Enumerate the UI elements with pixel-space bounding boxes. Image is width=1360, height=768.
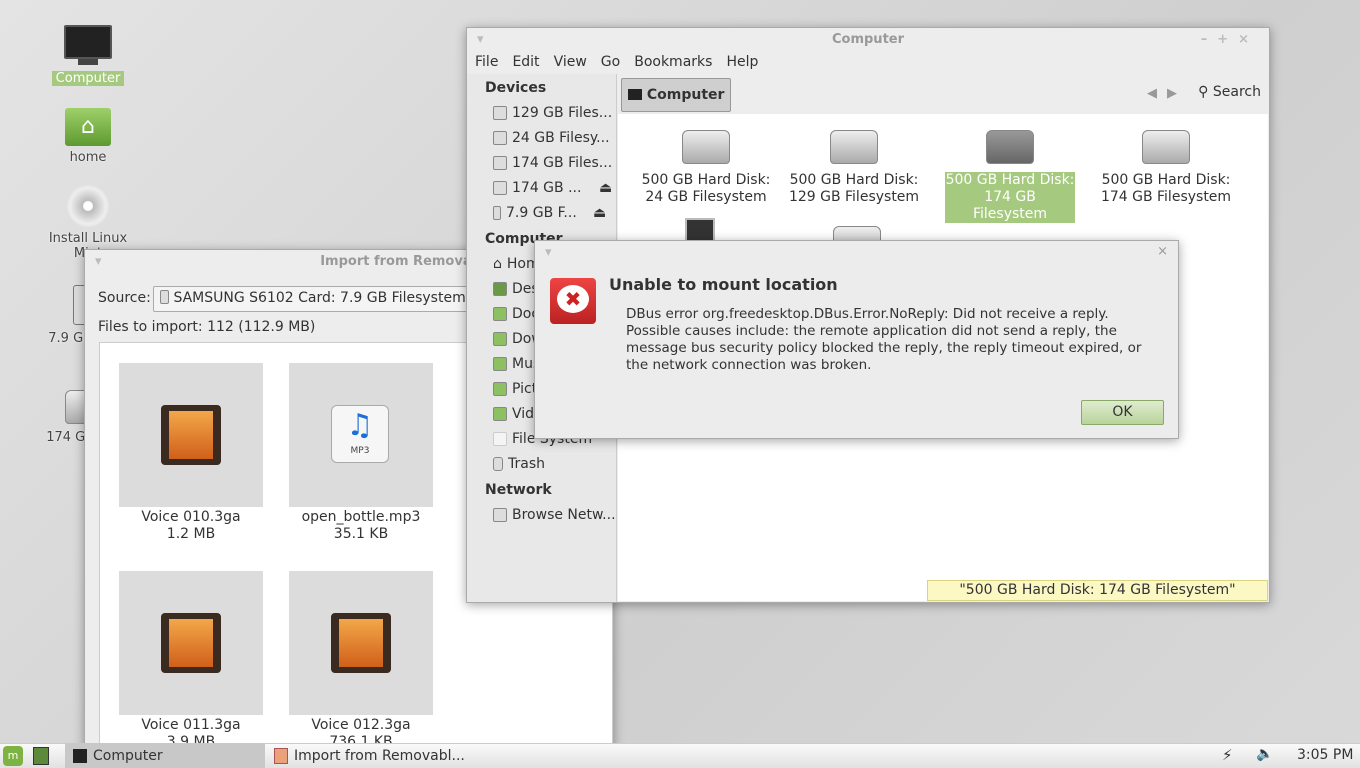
eject-icon[interactable]: ⏏ [599, 180, 612, 196]
dialog-title: Unable to mount location [609, 275, 838, 294]
back-icon[interactable]: ◀ [1147, 86, 1157, 101]
monitor-icon [64, 25, 112, 59]
menu-bookmarks[interactable]: Bookmarks [634, 54, 712, 70]
toolbar: Computer ◀ ▶ ⚲ Search [618, 74, 1269, 114]
hard-disk-icon [493, 105, 507, 120]
computer-titlebar[interactable]: ▾ Computer –+× [467, 28, 1269, 52]
eject-icon[interactable]: ⏏ [593, 205, 606, 221]
folder-icon [493, 406, 507, 421]
file-thumbnail[interactable] [289, 571, 433, 715]
hard-disk-icon [493, 155, 507, 170]
task-import[interactable]: Import from Removabl... [268, 743, 468, 768]
window-menu-icon[interactable]: ▾ [545, 245, 552, 260]
file-thumbnail[interactable] [119, 571, 263, 715]
trash-icon [493, 456, 503, 471]
hard-disk-icon [493, 130, 507, 145]
status-bar: "500 GB Hard Disk: 174 GB Filesystem" se… [927, 580, 1268, 601]
devices-header: Devices [485, 80, 547, 96]
show-desktop-button[interactable] [33, 743, 49, 768]
drive-item[interactable]: 500 GB Hard Disk: 24 GB Filesystem [631, 130, 781, 206]
file-label: Voice 010.3ga 1.2 MB [141, 509, 241, 542]
search-icon: ⚲ [1198, 84, 1209, 100]
error-icon: ✖ [550, 278, 596, 324]
cd-icon [67, 185, 109, 227]
video-file-icon [161, 405, 221, 465]
desktop-icon-computer[interactable]: Computer [33, 25, 143, 86]
menu-help[interactable]: Help [726, 54, 758, 70]
sidebar-device[interactable]: 24 GB Filesy... [467, 125, 616, 150]
file-label: open_bottle.mp3 35.1 KB [301, 509, 421, 542]
mp3-file-icon: ♫ MP3 [331, 405, 389, 463]
hard-disk-icon [986, 130, 1034, 164]
ok-button[interactable]: OK [1081, 400, 1164, 425]
sidebar-device[interactable]: 174 GB Files... [467, 150, 616, 175]
monitor-icon [628, 89, 642, 100]
dialog-message: DBus error org.freedesktop.DBus.Error.No… [626, 306, 1142, 373]
search-button[interactable]: ⚲ Search [1198, 84, 1261, 100]
show-desktop-icon [33, 746, 49, 765]
network-header: Network [485, 482, 552, 498]
network-icon [493, 507, 507, 522]
media-player-icon [493, 205, 501, 220]
home-icon: ⌂ [493, 255, 502, 272]
desktop-icon [493, 281, 507, 296]
file-thumbnail[interactable] [119, 363, 263, 507]
maximize-icon[interactable]: + [1217, 32, 1238, 47]
menu-go[interactable]: Go [601, 54, 620, 70]
folder-icon [493, 306, 507, 321]
sidebar-device[interactable]: 129 GB Files... [467, 100, 616, 125]
minimize-icon[interactable]: – [1201, 32, 1218, 47]
sidebar-item-browse-network[interactable]: Browse Netw... [467, 502, 616, 527]
menu-button[interactable]: m [3, 743, 23, 768]
file-thumbnail[interactable]: ♫ MP3 [289, 363, 433, 507]
monitor-icon [73, 748, 87, 763]
mint-logo-icon: m [3, 745, 23, 766]
hard-disk-icon [1142, 130, 1190, 164]
network-icon[interactable]: ⚡ [1222, 746, 1233, 764]
desktop-icon-home[interactable]: ⌂ home [33, 108, 143, 165]
import-app-icon [274, 747, 288, 764]
source-label: Source: [98, 290, 151, 306]
task-computer[interactable]: Computer [65, 743, 265, 768]
sidebar-item-trash[interactable]: Trash [467, 451, 616, 476]
drive-item[interactable]: 500 GB Hard Disk: 174 GB Filesystem [1091, 130, 1241, 206]
window-menu-icon[interactable]: ▾ [95, 250, 102, 274]
hard-disk-icon [682, 130, 730, 164]
close-icon[interactable]: × [1157, 244, 1168, 259]
hard-disk-icon [830, 130, 878, 164]
clock[interactable]: 3:05 PM [1297, 747, 1353, 763]
drive-item-selected[interactable]: 500 GB Hard Disk: 174 GB Filesystem [935, 130, 1085, 223]
location-button-computer[interactable]: Computer [621, 78, 732, 112]
folder-icon [493, 356, 507, 371]
window-menu-icon[interactable]: ▾ [477, 28, 484, 52]
video-file-icon [161, 613, 221, 673]
error-dialog: ▾ × ✖ Unable to mount location DBus erro… [534, 240, 1179, 439]
volume-icon[interactable]: 🔈 [1256, 746, 1273, 762]
menu-file[interactable]: File [475, 54, 498, 70]
sidebar-device[interactable]: 174 GB ... ⏏ [467, 175, 616, 200]
files-to-import: Files to import: 112 (112.9 MB) [98, 319, 316, 335]
sidebar-device[interactable]: 7.9 GB F... ⏏ [467, 200, 616, 225]
menubar: File Edit View Go Bookmarks Help [467, 52, 1269, 72]
forward-icon[interactable]: ▶ [1167, 86, 1177, 101]
drive-item[interactable]: 500 GB Hard Disk: 129 GB Filesystem [779, 130, 929, 206]
folder-icon [493, 381, 507, 396]
menu-edit[interactable]: Edit [512, 54, 539, 70]
media-player-icon [160, 290, 169, 304]
hard-disk-icon [493, 180, 507, 195]
video-file-icon [331, 613, 391, 673]
home-folder-icon: ⌂ [65, 108, 111, 146]
close-icon[interactable]: × [1238, 32, 1259, 47]
source-select[interactable]: SAMSUNG S6102 Card: 7.9 GB Filesystem [153, 286, 483, 312]
folder-icon [493, 331, 507, 346]
file-system-icon [493, 431, 507, 446]
menu-view[interactable]: View [554, 54, 587, 70]
